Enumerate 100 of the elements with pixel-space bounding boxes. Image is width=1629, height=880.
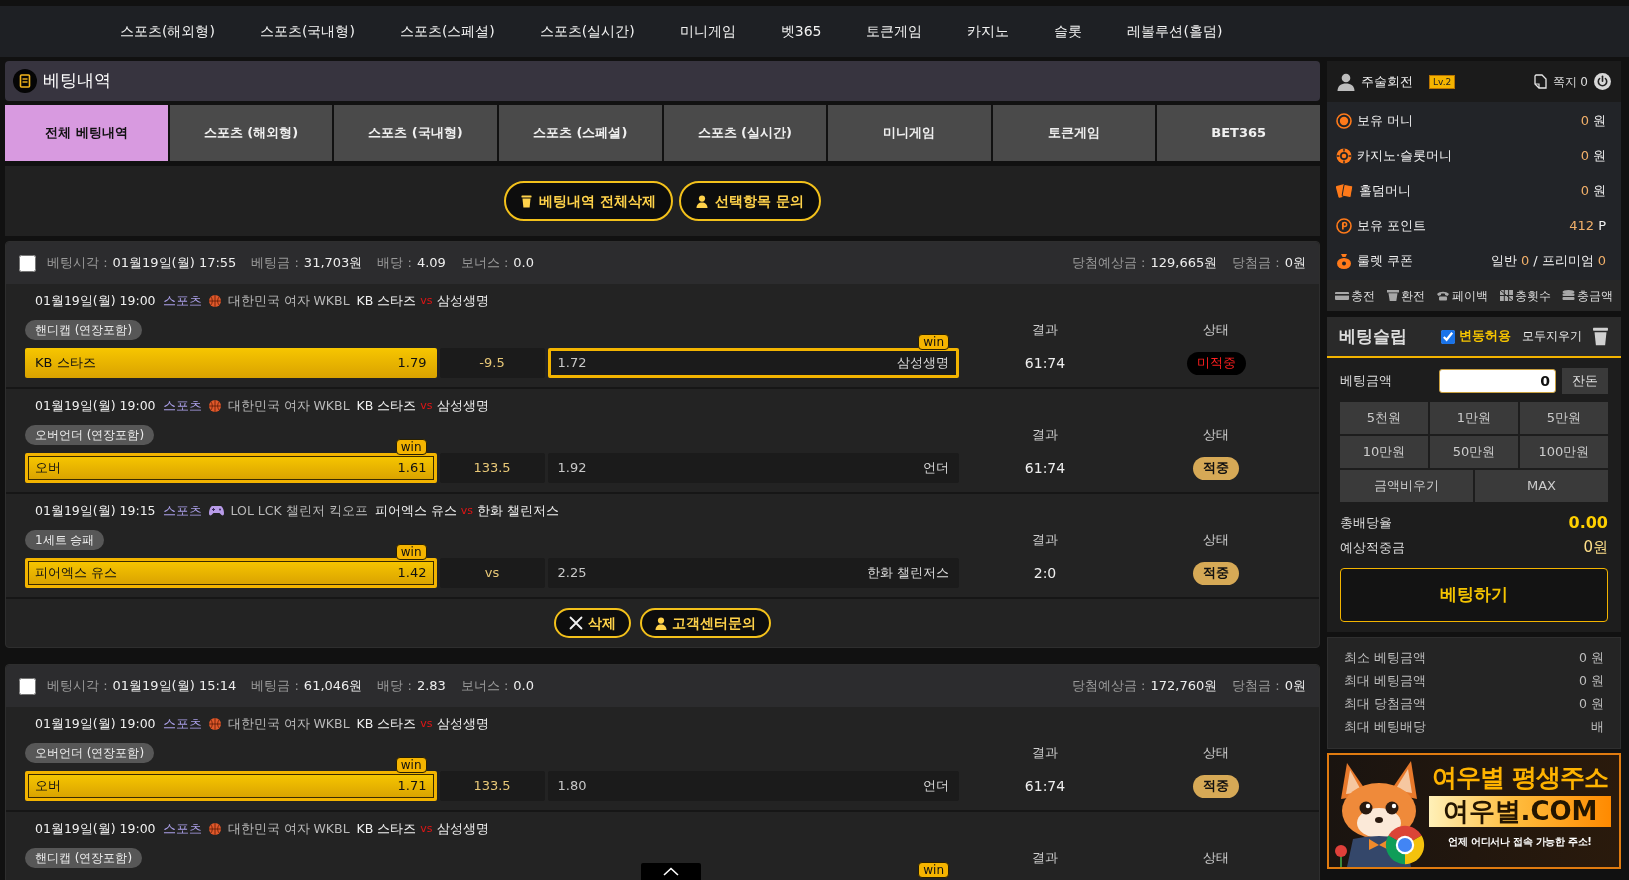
unit-text: 원 [1593, 181, 1606, 200]
nav-link[interactable]: 스포츠(해외형) [120, 21, 215, 42]
messages-link[interactable]: 쪽지 0 [1552, 72, 1588, 91]
summary-value: 0원 [1583, 537, 1608, 559]
team-name: 오버 [35, 459, 61, 478]
amount-button[interactable]: 1만원 [1430, 402, 1518, 434]
odds-value: 1.80 [557, 777, 587, 796]
nav-link[interactable]: 스포츠(국내형) [259, 21, 355, 42]
tab[interactable]: 스포츠 (국내형) [334, 105, 497, 161]
note-icon[interactable] [1533, 74, 1547, 89]
team-name: 삼성생명 [436, 716, 489, 732]
amount-button[interactable]: 50만원 [1430, 436, 1518, 468]
banner-title: 여우별 평생주소 [1431, 763, 1609, 793]
team-name: 피어엑스 유스 [35, 564, 118, 583]
delete-button[interactable]: 삭제 [554, 608, 631, 638]
status-badge: 적중 [1193, 561, 1239, 585]
info-value: 172,760원 [1150, 677, 1218, 696]
win-tag: win [918, 334, 949, 350]
info-label: 당첨예상금 : [1071, 254, 1146, 273]
inquiry-button[interactable]: 선택항목 문의 [679, 181, 821, 221]
place-bet-button[interactable]: 베팅하기 [1340, 568, 1608, 622]
team-name: 한화 챌린저스 [476, 503, 559, 519]
nav-link[interactable]: 레볼루션(홀덤) [1127, 21, 1223, 42]
trash-icon [521, 194, 533, 208]
team-name: 오버 [35, 777, 61, 796]
clear-all-button[interactable]: 모두지우기 [1522, 327, 1582, 346]
trash-icon[interactable] [1592, 327, 1609, 346]
nav-link[interactable]: 벳365 [780, 21, 822, 42]
market-tag: 오버언더 (연장포함) [25, 743, 155, 763]
status-badge: 적중 [1193, 774, 1239, 798]
tab[interactable]: BET365 [1157, 105, 1320, 161]
quick-link[interactable]: 페이백 [1436, 286, 1488, 305]
scroll-top-button[interactable] [641, 863, 701, 880]
versus-text: vs [420, 398, 433, 414]
tab[interactable]: 토큰게임 [992, 105, 1156, 161]
limit-value: 배 [1591, 718, 1604, 737]
select-checkbox[interactable] [19, 677, 36, 695]
info-label: 베팅시각 : [47, 254, 108, 273]
select-checkbox[interactable] [19, 254, 36, 272]
power-icon[interactable] [1594, 73, 1611, 90]
info-value: 4.09 [416, 254, 446, 273]
amount-button[interactable]: 5만원 [1520, 402, 1608, 434]
quick-link[interactable]: 충금액 [1562, 286, 1613, 305]
tab[interactable]: 미니게임 [828, 105, 991, 161]
versus-text: vs [460, 503, 473, 519]
market-tag: 핸디캡 (연장포함) [25, 320, 143, 340]
unit-text: / [1533, 251, 1538, 270]
win-tag: win [395, 439, 427, 455]
amount-input[interactable]: 0 [1439, 369, 1556, 393]
tab[interactable]: 스포츠 (실시간) [663, 105, 827, 161]
clear-amount-button[interactable]: 금액비우기 [1340, 470, 1473, 502]
balance-amount: 412 [1569, 216, 1595, 235]
info-value: 01월19일(월) 17:55 [112, 254, 237, 273]
market-tag: 핸디캡 (연장포함) [25, 848, 143, 868]
quick-link[interactable]: 충횟수 [1499, 286, 1551, 305]
match-time: 01월19일(월) 19:00 [35, 821, 156, 837]
unit-text: 프리미엄 [1541, 251, 1594, 270]
limit-label: 최대 베팅배당 [1344, 718, 1426, 737]
tab[interactable]: 스포츠 (해외형) [169, 105, 333, 161]
basketball-icon [208, 823, 221, 835]
nav-link[interactable]: 토큰게임 [866, 21, 923, 42]
result-score: 61:74 [1024, 353, 1066, 373]
nav-link[interactable]: 스포츠(실시간) [539, 21, 635, 42]
limit-value: 0 원 [1579, 672, 1604, 691]
balance-label: 보유 머니 [1357, 111, 1414, 130]
limit-label: 최소 베팅금액 [1344, 649, 1426, 668]
info-label: 배당 : [377, 677, 412, 696]
amount-button[interactable]: 100만원 [1520, 436, 1608, 468]
gamepad-icon [208, 506, 224, 516]
column-label: 결과 [1032, 321, 1058, 340]
win-tag: win [395, 544, 427, 560]
quick-link[interactable]: 충전 [1335, 286, 1375, 305]
info-value: 31,703원 [303, 254, 363, 273]
delete-all-button[interactable]: 베팅내역 전체삭제 [504, 181, 673, 221]
balance-label: 룰렛 쿠폰 [1357, 251, 1414, 270]
tab[interactable]: 전체 베팅내역 [5, 105, 168, 161]
nav-link[interactable]: 슬롯 [1054, 21, 1083, 42]
max-button[interactable]: MAX [1475, 470, 1608, 502]
inquiry-button[interactable]: 고객센터문의 [640, 608, 771, 638]
card-icon [1335, 290, 1349, 301]
cup-icon [1386, 290, 1399, 301]
nav-link[interactable]: 미니게임 [679, 21, 736, 42]
summary-value: 0.00 [1568, 511, 1608, 534]
unit-text: 원 [1593, 111, 1606, 130]
chip-icon [1336, 147, 1352, 164]
user-icon [1337, 72, 1355, 91]
column-label: 결과 [1032, 531, 1058, 550]
balance-label: 보유 포인트 [1357, 216, 1427, 235]
checkbox[interactable] [1441, 329, 1455, 344]
tricolor-circle-icon [1385, 825, 1425, 865]
change-button[interactable]: 잔돈 [1562, 368, 1608, 394]
info-value: 2.83 [416, 677, 446, 696]
quick-link[interactable]: 환전 [1386, 286, 1425, 305]
amount-button[interactable]: 10만원 [1340, 436, 1428, 468]
nav-link[interactable]: 카지노 [967, 21, 1010, 42]
nav-link[interactable]: 스포츠(스페셜) [399, 21, 495, 42]
tab[interactable]: 스포츠 (스페셜) [498, 105, 662, 161]
amount-button[interactable]: 5천원 [1340, 402, 1428, 434]
info-value: 01월19일(월) 15:14 [112, 677, 237, 696]
team-name: KB 스타즈 [356, 293, 417, 309]
